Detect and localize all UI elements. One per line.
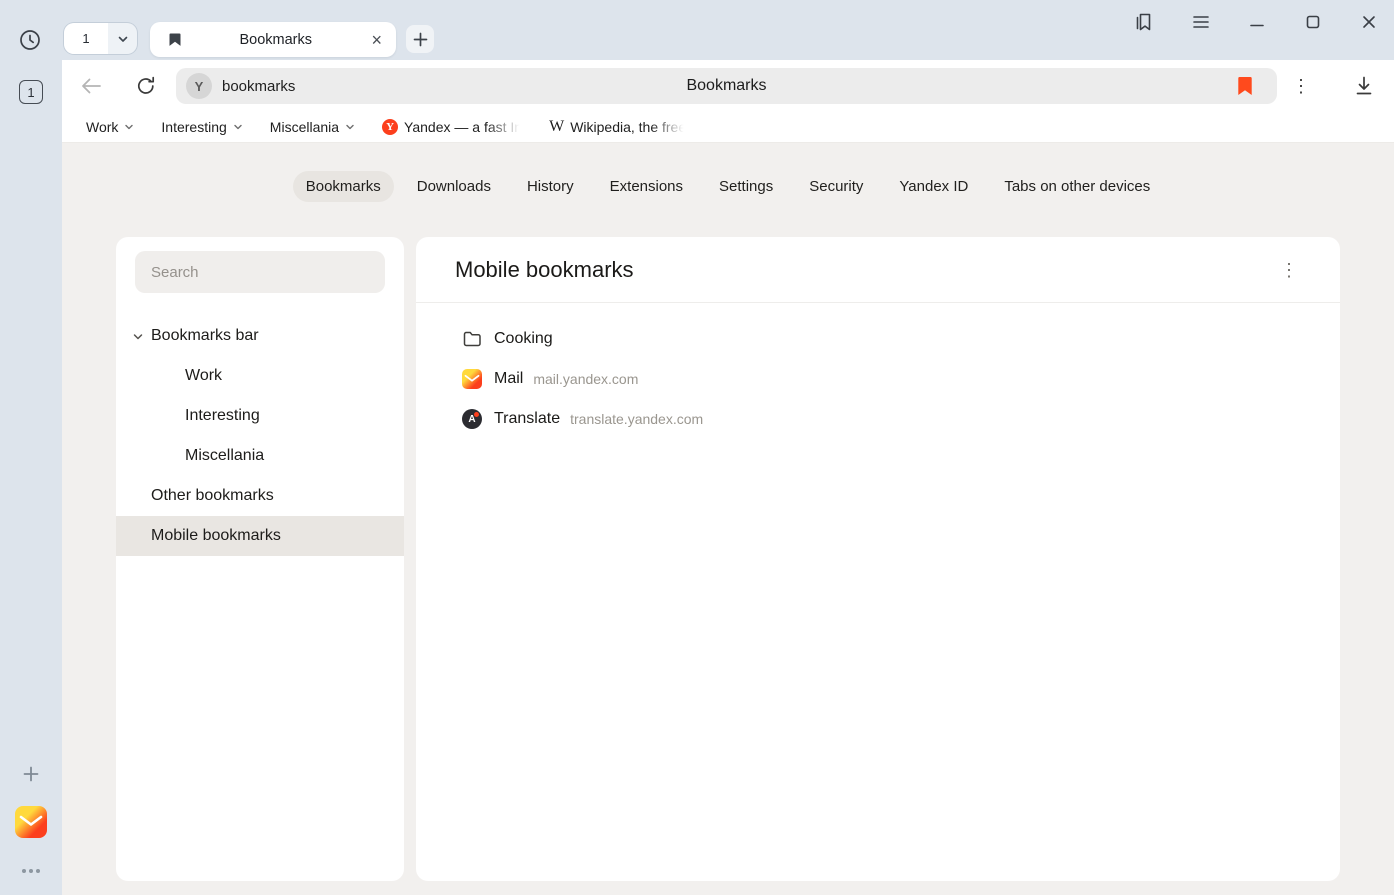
tab-group-chip[interactable]: 1 (64, 23, 137, 54)
rail-add-icon[interactable] (21, 764, 41, 784)
bookmarks-bar-folder-miscellania[interactable]: Miscellania (270, 119, 355, 135)
bookmarks-bar-link-wikipedia[interactable]: W Wikipedia, the free (549, 118, 686, 136)
tree-item-miscellania[interactable]: Miscellania (116, 436, 404, 476)
search-input[interactable] (135, 251, 385, 293)
tab-title: Bookmarks (182, 32, 369, 48)
folder-label: Miscellania (270, 119, 339, 135)
tree-item-label: Interesting (185, 407, 260, 425)
bookmarks-list-panel: Mobile bookmarks ⋮ Cooking (416, 237, 1340, 881)
page-favicon: Y (186, 73, 212, 99)
folders-panel: Bookmarks bar Work Interesting Miscellan… (116, 237, 404, 881)
menu-icon[interactable] (1191, 12, 1211, 32)
tree-item-label: Miscellania (185, 447, 264, 465)
panel-kebab-icon[interactable]: ⋮ (1278, 257, 1300, 283)
tree-item-label: Bookmarks bar (151, 327, 259, 345)
toolbar-kebab-icon[interactable]: ⋮ (1290, 74, 1312, 98)
bookmark-name: Translate (494, 410, 560, 428)
tab-extensions[interactable]: Extensions (597, 171, 696, 202)
tab-settings[interactable]: Settings (706, 171, 786, 202)
side-panel-icon[interactable] (1135, 12, 1155, 32)
chevron-down-icon[interactable] (132, 330, 144, 342)
bookmarks-bar-folder-interesting[interactable]: Interesting (161, 119, 242, 135)
tab-close-icon[interactable]: × (369, 31, 384, 49)
manager-nav-tabs: Bookmarks Downloads History Extensions S… (62, 171, 1394, 202)
tab-bar: 1 Bookmarks × (0, 0, 1394, 60)
rail-more-icon[interactable] (20, 866, 42, 876)
tab-yandex-id[interactable]: Yandex ID (886, 171, 981, 202)
left-rail: 1 (0, 0, 62, 895)
tab-count-badge[interactable]: 1 (19, 80, 43, 104)
tree-item-interesting[interactable]: Interesting (116, 396, 404, 436)
bookmarks-bar-folder-work[interactable]: Work (86, 119, 134, 135)
new-tab-button[interactable] (406, 25, 434, 53)
list-item-cooking[interactable]: Cooking (462, 319, 1340, 359)
yandex-translate-icon: A (462, 409, 482, 429)
reload-icon[interactable] (134, 74, 158, 98)
tab-security[interactable]: Security (796, 171, 876, 202)
address-bar[interactable]: Y bookmarks Bookmarks (176, 68, 1277, 104)
tree-item-label: Mobile bookmarks (151, 527, 281, 545)
download-icon[interactable] (1352, 73, 1376, 99)
yandex-favicon: Y (382, 119, 398, 135)
tab-bookmarks[interactable]: Bookmarks (293, 171, 394, 202)
tree-item-label: Other bookmarks (151, 487, 274, 505)
folder-label: Work (86, 119, 118, 135)
tab-downloads[interactable]: Downloads (404, 171, 504, 202)
bookmark-url: mail.yandex.com (533, 371, 638, 387)
tree-item-other-bookmarks[interactable]: Other bookmarks (116, 476, 404, 516)
panel-title: Mobile bookmarks (455, 257, 1278, 283)
folder-label: Interesting (161, 119, 226, 135)
browser-window: 1 1 Bookmarks × (0, 0, 1394, 895)
panel-header: Mobile bookmarks ⋮ (416, 237, 1340, 303)
tree-item-label: Work (185, 367, 222, 385)
link-label: Yandex — a fast In (404, 119, 522, 135)
wikipedia-favicon: W (549, 118, 564, 136)
bookmark-name: Cooking (494, 330, 553, 348)
tab-history[interactable]: History (514, 171, 587, 202)
folder-tree: Bookmarks bar Work Interesting Miscellan… (116, 316, 404, 556)
window-controls (1135, 12, 1379, 32)
browser-tab-bookmarks[interactable]: Bookmarks × (150, 22, 396, 57)
yandex-mail-logo[interactable] (15, 806, 47, 838)
bookmarks-bar-link-yandex[interactable]: Y Yandex — a fast In (382, 119, 522, 135)
back-icon[interactable] (79, 74, 103, 98)
bookmark-list: Cooking Mail mail.yandex.com A (416, 303, 1340, 439)
folder-icon (462, 329, 482, 349)
tab-group-count[interactable]: 1 (64, 23, 108, 54)
address-url-text: bookmarks (222, 78, 295, 95)
link-label: Wikipedia, the free (570, 119, 686, 135)
bookmark-url: translate.yandex.com (570, 411, 703, 427)
bookmark-flag-icon[interactable] (1233, 74, 1257, 98)
list-item-translate[interactable]: A Translate translate.yandex.com (462, 399, 1340, 439)
chevron-down-icon (345, 119, 355, 135)
tab-other-devices[interactable]: Tabs on other devices (991, 171, 1163, 202)
minimize-icon[interactable] (1247, 12, 1267, 32)
tree-item-mobile-bookmarks[interactable]: Mobile bookmarks (116, 516, 404, 556)
tab-bookmark-icon (168, 32, 182, 47)
list-item-mail[interactable]: Mail mail.yandex.com (462, 359, 1340, 399)
window-close-icon[interactable] (1359, 12, 1379, 32)
maximize-icon[interactable] (1303, 12, 1323, 32)
chevron-down-icon (233, 119, 243, 135)
yandex-mail-icon (462, 369, 482, 389)
page-title: Bookmarks (176, 77, 1277, 95)
history-clock-icon[interactable] (18, 28, 42, 52)
tree-item-bookmarks-bar[interactable]: Bookmarks bar (116, 316, 404, 356)
bookmarks-bar: Work Interesting Miscellania Y Yandex — … (62, 112, 1394, 143)
tab-group-chevron-down-icon[interactable] (108, 23, 137, 54)
bookmark-name: Mail (494, 370, 523, 388)
browser-toolbar: Y bookmarks Bookmarks ⋮ (62, 60, 1394, 112)
chevron-down-icon (124, 119, 134, 135)
tree-item-work[interactable]: Work (116, 356, 404, 396)
bookmarks-manager-page: Bookmarks Downloads History Extensions S… (62, 143, 1394, 895)
